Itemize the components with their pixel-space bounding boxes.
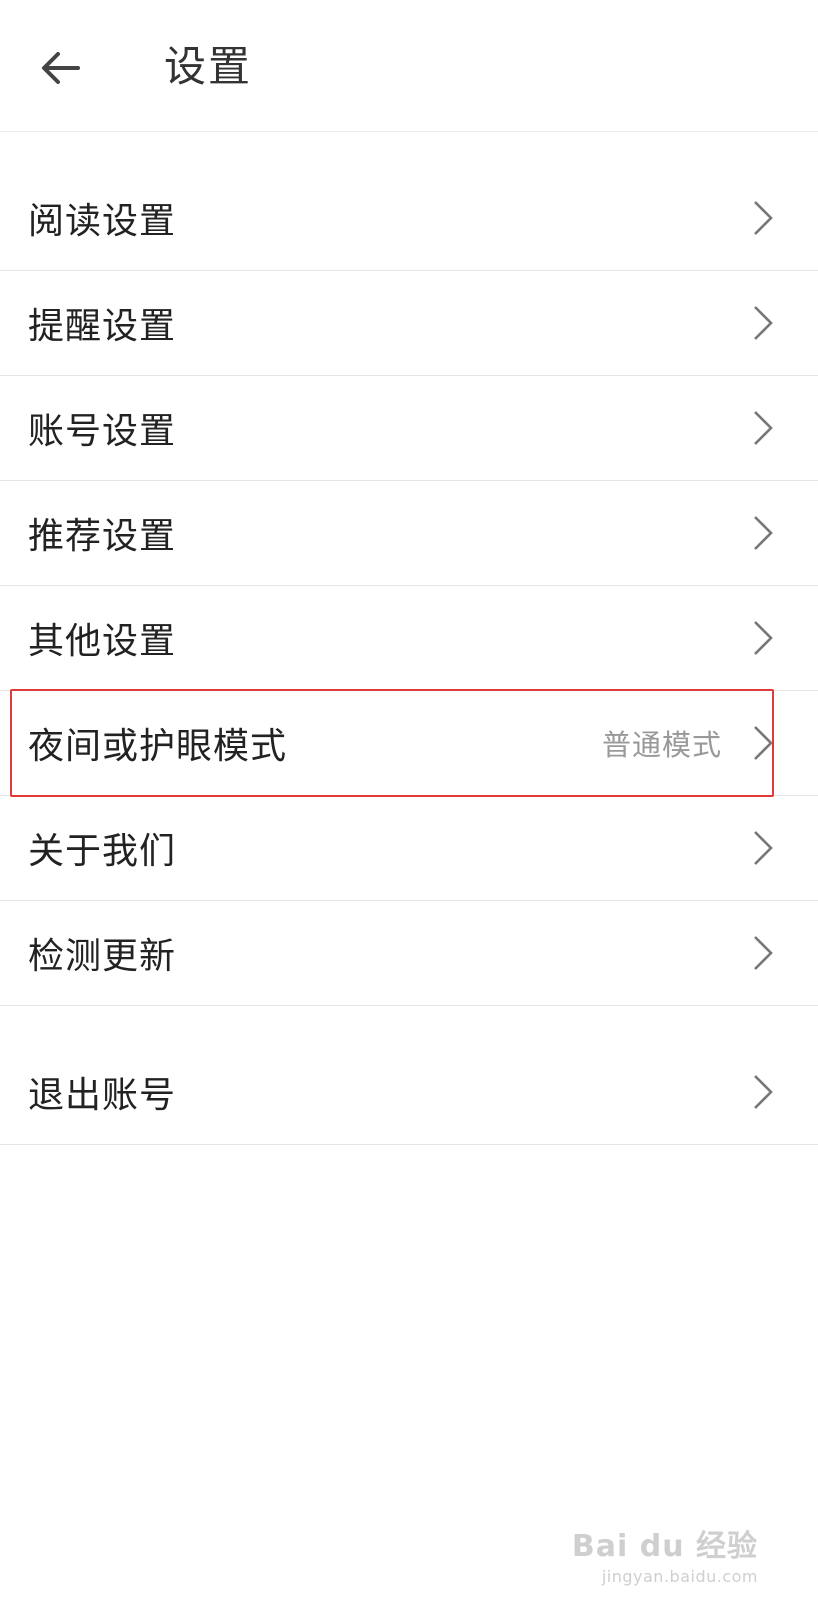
setting-label: 关于我们: [28, 831, 177, 872]
page-title: 设置: [164, 42, 253, 91]
setting-item-account[interactable]: 账号设置: [0, 376, 818, 481]
header-bar: 设置: [0, 0, 818, 132]
chevron-right-icon: [754, 936, 773, 970]
chevron-right-icon: [754, 726, 773, 760]
chevron-right-icon: [754, 306, 773, 340]
back-button[interactable]: [36, 44, 84, 92]
setting-label: 其他设置: [28, 621, 177, 662]
setting-label: 提醒设置: [28, 306, 177, 347]
setting-item-other[interactable]: 其他设置: [0, 586, 818, 691]
setting-item-reading[interactable]: 阅读设置: [0, 166, 818, 271]
logout-label: 退出账号: [28, 1075, 177, 1116]
watermark: Bai du 经验 jingyan.baidu.com: [572, 1521, 758, 1586]
settings-list: 阅读设置 提醒设置 账号设置 推荐设置 其他设置 夜间或护眼模式 普通模式 关于…: [0, 166, 818, 1006]
setting-item-about[interactable]: 关于我们: [0, 796, 818, 901]
setting-label: 阅读设置: [28, 201, 177, 242]
setting-item-check-update[interactable]: 检测更新: [0, 901, 818, 1006]
setting-item-recommend[interactable]: 推荐设置: [0, 481, 818, 586]
setting-label: 检测更新: [28, 936, 177, 977]
watermark-url: jingyan.baidu.com: [601, 1567, 758, 1586]
chevron-right-icon: [754, 516, 773, 550]
arrow-left-icon: [42, 52, 80, 84]
chevron-right-icon: [754, 831, 773, 865]
logout-button[interactable]: 退出账号: [0, 1040, 818, 1145]
night-mode-value: 普通模式: [601, 728, 722, 762]
setting-label: 推荐设置: [28, 516, 177, 557]
setting-label: 夜间或护眼模式: [28, 726, 288, 767]
logout-section: 退出账号: [0, 1040, 818, 1145]
setting-item-night-mode[interactable]: 夜间或护眼模式 普通模式: [0, 691, 818, 796]
watermark-logo: Bai du 经验: [571, 1529, 758, 1564]
setting-label: 账号设置: [28, 411, 177, 452]
chevron-right-icon: [754, 621, 773, 655]
chevron-right-icon: [754, 1075, 773, 1109]
chevron-right-icon: [754, 201, 773, 235]
chevron-right-icon: [754, 411, 773, 445]
setting-item-reminder[interactable]: 提醒设置: [0, 271, 818, 376]
